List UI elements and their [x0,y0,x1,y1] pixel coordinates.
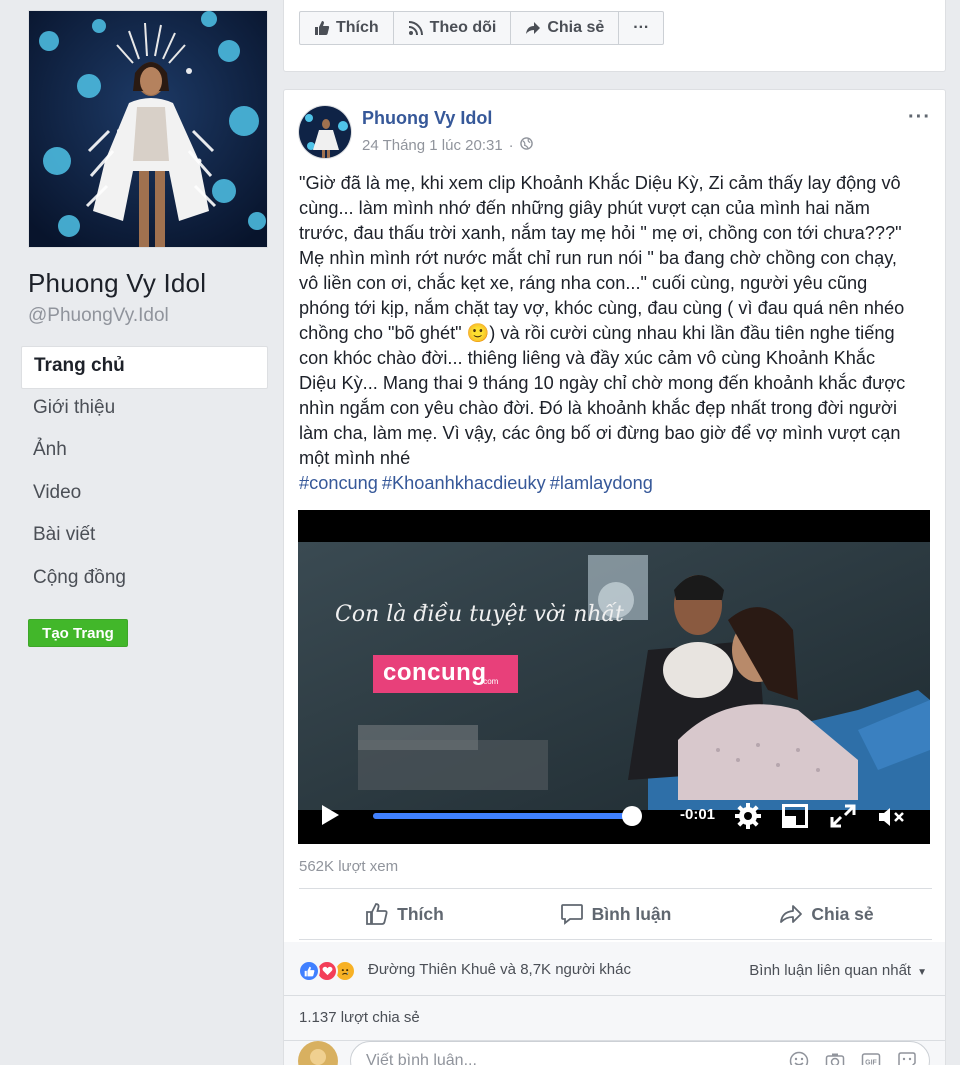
rss-icon [408,20,424,36]
caret-down-icon: ▼ [917,967,927,978]
comment-input-box[interactable]: GIF [350,1041,930,1065]
post-like-label: Thích [397,903,444,924]
page-actions-card: Thích Theo dõi Chia sẻ ··· [283,0,946,72]
profile-picture[interactable] [28,10,268,248]
share-arrow-icon [525,20,541,36]
fullscreen-icon[interactable] [830,804,856,833]
post-comment-button[interactable]: Bình luận [510,889,721,939]
comment-tools: GIF [789,1051,917,1065]
share-count[interactable]: 1.137 lượt chia sẻ [299,1009,420,1026]
post-timestamp[interactable]: 24 Tháng 1 lúc 20:31 [362,137,503,154]
reaction-icons[interactable] [298,960,356,982]
video-controls: -0:01 [298,788,930,844]
video-scrubber-handle[interactable] [622,806,643,826]
video-time: -0:01 [680,806,716,823]
post-line: cùng... làm mình nhớ đến những giây phút… [299,198,870,218]
author-avatar[interactable] [298,105,352,159]
post-text: "Giờ đã là mẹ, khi xem clip Khoảnh Khắc … [299,171,934,496]
post-share-label: Chia sẻ [811,903,874,924]
post-line: chồng cho "bõ ghét" 🙂) và rồi cười cùng … [299,323,895,343]
reactions-row: Đường Thiên Khuê và 8,7K người khác Bình… [284,942,945,996]
post-like-button[interactable]: Thích [299,889,510,939]
post-line: nhìn ngắm con yêu chào đời. Đó là khoảnh… [299,398,898,418]
concung-logo-sub: .com [481,677,499,686]
page-like-label: Thích [336,19,379,36]
shares-row: 1.137 lượt chia sẻ [284,996,945,1041]
reactions-summary[interactable]: Đường Thiên Khuê và 8,7K người khác [368,961,631,978]
globe-icon [519,137,533,154]
page-like-button[interactable]: Thích [300,12,394,44]
concung-logo-text: concung [383,659,487,686]
post-line: một mình nhé [299,448,411,468]
picture-in-picture-icon[interactable] [782,804,808,833]
post-line: làm cha, làm mẹ. Vì vậy, các ông bố ơi đ… [299,423,901,443]
nav-item-photos[interactable]: Ảnh [21,431,268,474]
post-line: Diệu Kỳ... Mang thai 9 tháng 10 ngày chỉ… [299,373,906,393]
concung-logo: concung .com [373,655,518,693]
hashtag-link[interactable]: #lamlaydong [550,473,653,493]
post-line: "Giờ đã là mẹ, khi xem clip Khoảnh Khắc … [299,173,901,193]
video-player[interactable]: Con là điều tuyệt vời nhất concung .com … [298,510,930,844]
post-author[interactable]: Phuong Vy Idol [362,108,492,129]
nav-item-community[interactable]: Cộng đồng [21,559,268,602]
camera-icon[interactable] [825,1051,845,1065]
nav-item-home[interactable]: Trang chủ [21,346,268,389]
thumbs-up-icon [365,902,389,926]
post-action-bar: Thích Bình luận Chia sẻ [299,888,932,940]
follow-button[interactable]: Theo dõi [394,12,512,44]
nav-item-about[interactable]: Giới thiệu [21,389,268,432]
post-comment-label: Bình luận [591,903,672,924]
sticker-icon[interactable] [897,1051,917,1065]
nav-item-videos[interactable]: Video [21,474,268,517]
comment-bubble-icon [560,902,584,926]
comment-sort-dropdown[interactable]: Bình luận liên quan nhất ▼ [749,962,927,979]
video-overlay-text: Con là điều tuyệt vời nhất [335,602,624,627]
view-count: 562K lượt xem [299,858,399,875]
page-share-label: Chia sẻ [547,19,605,36]
svg-text:GIF: GIF [865,1060,877,1065]
post-options-button[interactable]: ··· [908,106,931,129]
comment-sort-label: Bình luận liên quan nhất [749,962,912,979]
page-handle[interactable]: @PhuongVy.Idol [28,305,169,327]
nav-item-posts[interactable]: Bài viết [21,516,268,559]
user-avatar[interactable] [298,1041,338,1065]
video-progress-bar[interactable] [373,806,643,826]
thumbs-up-icon [314,20,330,36]
gif-icon[interactable]: GIF [861,1051,881,1065]
play-icon[interactable] [320,804,340,831]
create-page-button[interactable]: Tạo Trang [28,619,128,647]
post-line: Mẹ nhìn mình rớt nước mắt chỉ run run nó… [299,248,897,268]
ellipsis-icon: ··· [633,19,650,36]
hashtag-link[interactable]: #Khoanhkhacdieuky [382,473,546,493]
hashtags: #concung #Khoanhkhacdieuky #lamlaydong [299,471,934,496]
hashtag-link[interactable]: #concung [299,473,378,493]
share-arrow-icon [779,902,803,926]
follow-label: Theo dõi [429,19,497,36]
post-card: Phuong Vy Idol 24 Tháng 1 lúc 20:31 · ··… [283,89,946,1065]
like-reaction-icon [298,960,320,982]
post-line: phóng tới kịp, nắm chặt tay vợ, khóc cùn… [299,298,905,318]
page-actions-bar: Thích Theo dõi Chia sẻ ··· [299,11,665,45]
left-column: Phuong Vy Idol @PhuongVy.Idol Trang chủ … [0,0,283,1065]
video-progress-fill [373,813,633,819]
page-share-button[interactable]: Chia sẻ [511,12,620,44]
page-more-button[interactable]: ··· [619,12,663,44]
post-line: trước, đau thấu trời xanh, nắm tay mẹ hỏ… [299,223,902,243]
post-meta: 24 Tháng 1 lúc 20:31 · [362,137,533,154]
comment-input[interactable] [366,1052,746,1065]
mute-icon[interactable] [878,806,906,833]
comment-composer: GIF [284,1041,945,1065]
post-line: con khóc chào đời... thiêng liêng và đầy… [299,348,876,368]
page-nav: Trang chủ Giới thiệu Ảnh Video Bài viết … [21,346,268,601]
page-name[interactable]: Phuong Vy Idol [28,268,206,299]
emoji-icon[interactable] [789,1051,809,1065]
gear-icon[interactable] [734,802,762,835]
post-share-button[interactable]: Chia sẻ [721,889,932,939]
post-line: vô liền con ơi, chắc kẹt xe, ráng nha co… [299,273,868,293]
